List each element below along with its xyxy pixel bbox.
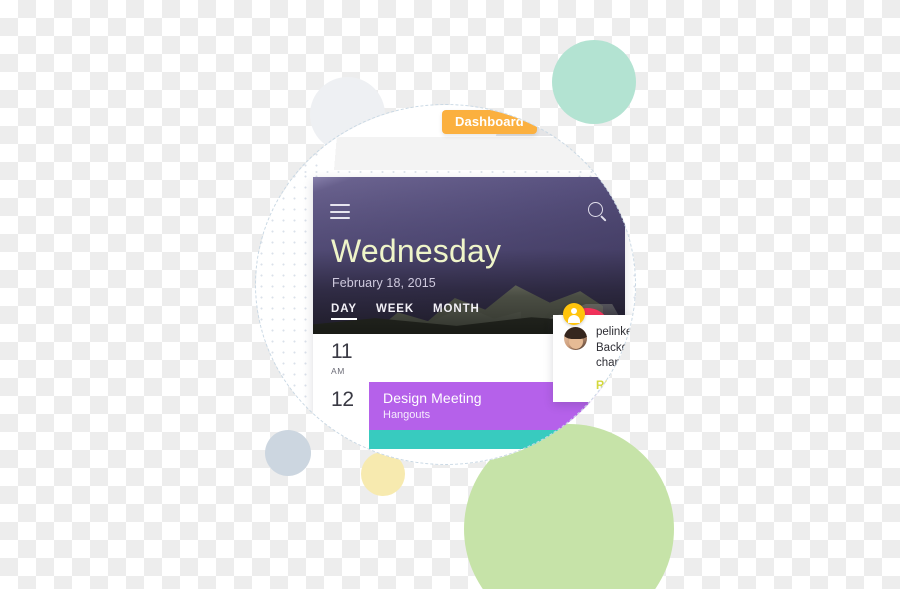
page-title: Wednesday bbox=[331, 233, 502, 269]
hamburger-icon[interactable] bbox=[330, 204, 350, 219]
hour-gutter: 12 bbox=[313, 382, 369, 410]
person-badge-body bbox=[568, 314, 580, 323]
notification-message-line-2: change every 5 secon bbox=[596, 357, 636, 370]
search-icon-handle bbox=[600, 215, 606, 221]
tab-day[interactable]: DAY bbox=[331, 303, 357, 320]
schedule-row[interactable] bbox=[313, 430, 625, 465]
page-date: February 18, 2015 bbox=[332, 276, 436, 290]
hamburger-bar-3 bbox=[330, 217, 350, 219]
event-subtitle: Hangouts bbox=[383, 408, 431, 421]
avatar-hair bbox=[564, 327, 587, 339]
search-icon[interactable] bbox=[588, 202, 607, 221]
notification-header: pelinkenez 3min bbox=[596, 326, 636, 338]
hour-gutter: 11 AM bbox=[313, 334, 369, 376]
tab-month[interactable]: MONTH bbox=[433, 303, 480, 320]
notification-message-line-1: Background images w bbox=[596, 342, 636, 354]
calendar-app-card: Wednesday February 18, 2015 DAY WEEK MON… bbox=[313, 177, 636, 465]
notification-message: Background images w change every 5 secon bbox=[596, 341, 636, 371]
hamburger-bar-1 bbox=[330, 204, 350, 206]
person-badge-icon bbox=[563, 303, 585, 325]
hamburger-bar-2 bbox=[330, 211, 350, 213]
circular-mask: Calendar Dashboard Wednesday February 18… bbox=[256, 105, 636, 465]
illustration-stage: Calendar Dashboard Wednesday February 18… bbox=[0, 0, 900, 589]
avatar bbox=[564, 327, 587, 350]
tab-week[interactable]: WEEK bbox=[376, 303, 414, 320]
notification-popover[interactable]: pelinkenez 3min Background images w chan… bbox=[553, 315, 636, 403]
dashboard-badge[interactable]: Dashboard bbox=[442, 110, 537, 134]
hour-number: 11 bbox=[331, 340, 353, 363]
hour-gutter bbox=[313, 430, 369, 438]
view-tabs: DAY WEEK MONTH bbox=[331, 303, 480, 320]
event-card[interactable] bbox=[369, 430, 625, 449]
hour-number: 12 bbox=[331, 388, 354, 411]
browser-tab-label: Calendar bbox=[579, 144, 636, 159]
notification-username: pelinkenez bbox=[596, 326, 636, 338]
hour-meridiem: AM bbox=[331, 365, 345, 376]
reply-button[interactable]: REPLY bbox=[596, 380, 636, 392]
person-badge-head bbox=[571, 307, 577, 314]
